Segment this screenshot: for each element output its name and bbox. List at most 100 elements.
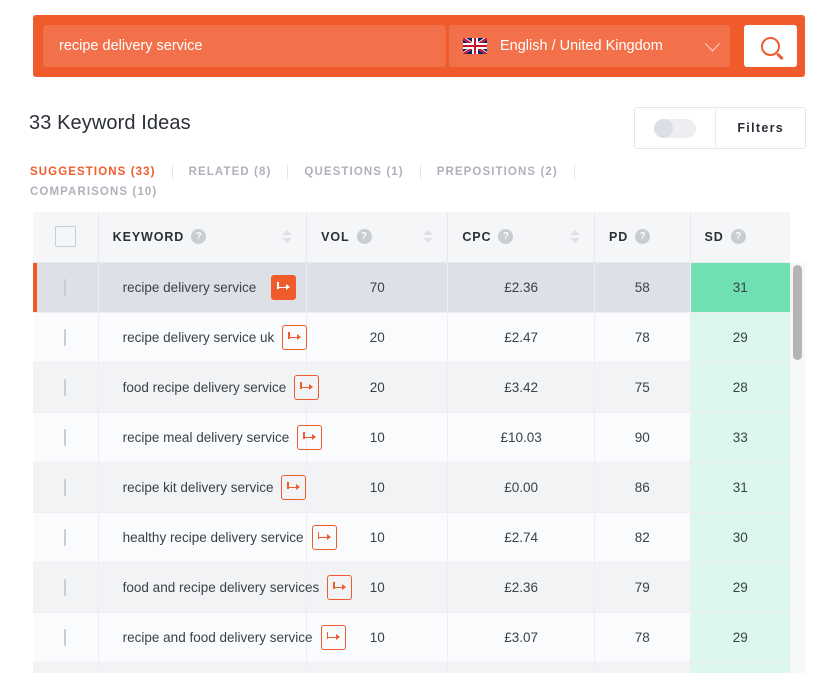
cell-keyword: recipe and food delivery service <box>98 612 307 662</box>
filters-toggle[interactable] <box>654 119 696 138</box>
tab-questions[interactable]: QUESTIONS (1) <box>304 162 403 182</box>
table-row[interactable]: recipe and food delivery service 10 £3.0… <box>33 612 790 662</box>
cell-vol: 20 <box>307 362 448 412</box>
search-field-wrapper[interactable] <box>43 25 446 67</box>
cell-sd: 29 <box>690 562 790 612</box>
filters-button[interactable]: Filters <box>716 121 805 135</box>
cell-vol <box>307 662 448 673</box>
toggle-knob <box>654 119 673 138</box>
table-scrollbar[interactable] <box>790 263 805 673</box>
table-row[interactable]: food and recipe delivery services 10 £2.… <box>33 562 790 612</box>
cell-cpc: £2.36 <box>448 262 595 312</box>
scrollbar-thumb[interactable] <box>793 265 802 360</box>
cell-vol: 70 <box>307 262 448 312</box>
header-sd[interactable]: SD ? <box>690 212 790 262</box>
open-keyword-arrow-icon[interactable] <box>297 425 322 450</box>
row-select-cell <box>33 362 98 412</box>
help-icon[interactable]: ? <box>731 229 746 244</box>
keyword-text: food recipe delivery service <box>123 380 287 395</box>
help-icon[interactable]: ? <box>635 229 650 244</box>
table-row-partial[interactable] <box>33 662 790 673</box>
table-row[interactable]: recipe meal delivery service 10 £10.03 9… <box>33 412 790 462</box>
header-vol[interactable]: VOL ? <box>307 212 448 262</box>
table-row[interactable]: food recipe delivery service 20 £3.42 75… <box>33 362 790 412</box>
sort-vol-icon[interactable] <box>423 230 433 243</box>
search-input[interactable] <box>43 38 446 54</box>
row-checkbox[interactable] <box>64 279 66 296</box>
tab-suggestions[interactable]: SUGGESTIONS (33) <box>30 162 156 182</box>
help-icon[interactable]: ? <box>191 229 206 244</box>
cell-pd: 75 <box>594 362 690 412</box>
row-checkbox[interactable] <box>64 429 66 446</box>
tab-comparisons[interactable]: COMPARISONS (10) <box>30 182 157 202</box>
cell-sd: 30 <box>690 512 790 562</box>
tab-related[interactable]: RELATED (8) <box>189 162 272 182</box>
row-checkbox[interactable] <box>64 629 66 646</box>
tab-bar: SUGGESTIONS (33) RELATED (8) QUESTIONS (… <box>30 162 670 202</box>
open-keyword-arrow-icon[interactable] <box>312 525 337 550</box>
cell-keyword <box>98 662 307 673</box>
cell-cpc: £2.74 <box>448 512 595 562</box>
open-keyword-arrow-icon[interactable] <box>282 325 307 350</box>
header-cpc[interactable]: CPC ? <box>448 212 595 262</box>
open-keyword-arrow-icon[interactable] <box>281 475 306 500</box>
cell-cpc <box>448 662 595 673</box>
sort-keyword-icon[interactable] <box>282 230 292 243</box>
cell-vol: 10 <box>307 462 448 512</box>
cell-cpc: £10.03 <box>448 412 595 462</box>
table-row[interactable]: recipe delivery service uk 20 £2.47 78 2… <box>33 312 790 362</box>
select-all-checkbox[interactable] <box>55 226 76 247</box>
search-bar: English / United Kingdom <box>33 15 805 77</box>
cell-cpc: £0.00 <box>448 462 595 512</box>
open-keyword-arrow-icon[interactable] <box>321 625 346 650</box>
cell-keyword: food recipe delivery service <box>98 362 307 412</box>
search-button[interactable] <box>744 25 797 67</box>
header-keyword[interactable]: KEYWORD ? <box>98 212 307 262</box>
keyword-text: recipe kit delivery service <box>123 480 274 495</box>
cell-vol: 10 <box>307 412 448 462</box>
language-selector[interactable]: English / United Kingdom <box>449 25 730 67</box>
table-row[interactable]: healthy recipe delivery service 10 £2.74… <box>33 512 790 562</box>
table-row[interactable]: recipe delivery service 70 £2.36 58 31 <box>33 262 790 312</box>
row-select-cell <box>33 612 98 662</box>
table-header-row: KEYWORD ? VOL ? <box>33 212 790 262</box>
help-icon[interactable]: ? <box>498 229 513 244</box>
cell-keyword: recipe delivery service uk <box>98 312 307 362</box>
row-checkbox[interactable] <box>64 579 66 596</box>
tab-prepositions[interactable]: PREPOSITIONS (2) <box>437 162 558 182</box>
row-select-cell <box>33 512 98 562</box>
keyword-text: recipe and food delivery service <box>123 630 313 645</box>
cell-pd: 78 <box>594 612 690 662</box>
row-checkbox[interactable] <box>64 529 66 546</box>
cell-keyword: recipe meal delivery service <box>98 412 307 462</box>
row-checkbox[interactable] <box>64 479 66 496</box>
table-row[interactable]: recipe kit delivery service 10 £0.00 86 … <box>33 462 790 512</box>
help-icon[interactable]: ? <box>357 229 372 244</box>
open-keyword-arrow-icon[interactable] <box>271 275 296 300</box>
header-pd[interactable]: PD ? <box>594 212 690 262</box>
cell-pd: 58 <box>594 262 690 312</box>
open-keyword-arrow-icon[interactable] <box>327 575 352 600</box>
keyword-text: food and recipe delivery services <box>123 580 320 595</box>
cell-sd: 31 <box>690 462 790 512</box>
cell-sd: 29 <box>690 312 790 362</box>
cell-keyword: food and recipe delivery services <box>98 562 307 612</box>
open-keyword-arrow-icon[interactable] <box>294 375 319 400</box>
row-select-cell <box>33 562 98 612</box>
page-title: 33 Keyword Ideas <box>29 112 191 135</box>
row-checkbox[interactable] <box>64 379 66 396</box>
header-select-all <box>33 212 98 262</box>
cell-pd: 78 <box>594 312 690 362</box>
cell-pd: 79 <box>594 562 690 612</box>
row-checkbox[interactable] <box>64 329 66 346</box>
row-select-cell <box>33 312 98 362</box>
cell-sd <box>690 662 790 673</box>
row-select-cell <box>33 662 98 673</box>
sort-cpc-icon[interactable] <box>570 230 580 243</box>
cell-cpc: £3.42 <box>448 362 595 412</box>
tab-separator <box>420 165 421 179</box>
cell-pd: 86 <box>594 462 690 512</box>
chevron-down-icon <box>705 35 721 51</box>
table-body: recipe delivery service 70 £2.36 58 31 <box>33 262 790 673</box>
cell-vol: 20 <box>307 312 448 362</box>
